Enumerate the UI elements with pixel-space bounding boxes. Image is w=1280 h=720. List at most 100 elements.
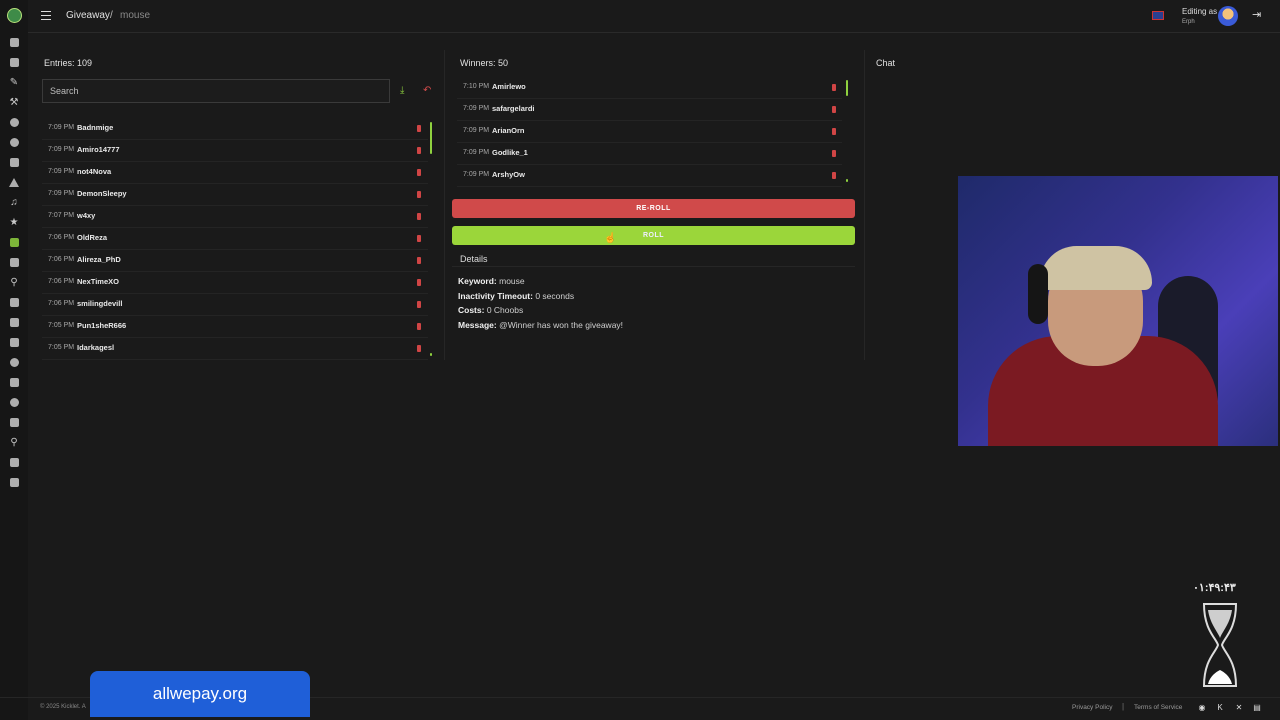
entry-name: smilingdevill bbox=[77, 299, 123, 308]
delete-winner-icon[interactable] bbox=[832, 172, 836, 179]
privacy-policy-link[interactable]: Privacy Policy bbox=[1072, 704, 1112, 711]
app-logo[interactable] bbox=[7, 8, 22, 23]
menu-icon[interactable] bbox=[41, 11, 51, 20]
entry-name: OldReza bbox=[77, 233, 108, 242]
breadcrumb-giveaway[interactable]: Giveaway bbox=[66, 10, 110, 21]
docs-footer-icon[interactable]: ▤ bbox=[1252, 703, 1262, 712]
discord-icon[interactable] bbox=[9, 458, 19, 468]
dashboard-icon[interactable] bbox=[9, 38, 19, 48]
delete-entry-icon[interactable] bbox=[417, 169, 421, 176]
clock-icon[interactable] bbox=[9, 138, 19, 148]
message-icon[interactable] bbox=[9, 398, 19, 408]
winners-scrollbar-end bbox=[846, 179, 848, 182]
entry-row: 7:09 PM not4Nova bbox=[42, 162, 428, 184]
entry-name: Idarkagesl bbox=[77, 343, 115, 352]
chat-icon[interactable] bbox=[9, 118, 19, 128]
copyright: © 2025 Kicklet. A bbox=[40, 704, 86, 710]
delete-entry-icon[interactable] bbox=[417, 125, 421, 132]
star-icon[interactable]: ★ bbox=[9, 218, 19, 228]
delete-winner-icon[interactable] bbox=[832, 150, 836, 157]
shield-icon[interactable] bbox=[9, 158, 19, 168]
column-divider bbox=[864, 50, 865, 360]
entries-scrollbar[interactable] bbox=[430, 122, 432, 154]
video-icon[interactable] bbox=[9, 318, 19, 328]
delete-entry-icon[interactable] bbox=[417, 323, 421, 330]
detail-inactivity: Inactivity Timeout: 0 seconds bbox=[458, 291, 574, 301]
delete-entry-icon[interactable] bbox=[417, 147, 421, 154]
terms-link[interactable]: Terms of Service bbox=[1134, 704, 1182, 711]
avatar[interactable] bbox=[1218, 6, 1238, 26]
download-icon[interactable]: ⤓ bbox=[400, 86, 408, 96]
delete-winner-icon[interactable] bbox=[832, 128, 836, 135]
entry-name: Alireza_PhD bbox=[77, 255, 121, 264]
column-divider bbox=[444, 50, 445, 360]
breadcrumb-separator: / bbox=[110, 10, 113, 21]
chat-title: Chat bbox=[876, 58, 896, 68]
winners-scrollbar[interactable] bbox=[846, 80, 848, 96]
smile-icon[interactable] bbox=[9, 358, 19, 368]
winner-time: 7:09 PM bbox=[463, 127, 490, 134]
gift-icon[interactable] bbox=[9, 238, 19, 248]
cart-icon[interactable] bbox=[9, 258, 19, 268]
entries-scrollbar-end bbox=[430, 353, 432, 356]
entry-time: 7:09 PM bbox=[48, 124, 75, 131]
entry-row: 7:09 PM Amiro14777 bbox=[42, 140, 428, 162]
search-input[interactable] bbox=[42, 79, 390, 103]
entry-time: 7:06 PM bbox=[48, 300, 75, 307]
hammer-icon[interactable]: ⚒ bbox=[9, 98, 19, 108]
winner-row: 7:10 PM Amirlewo bbox=[457, 77, 842, 99]
entry-time: 7:09 PM bbox=[48, 190, 75, 197]
music-icon[interactable]: ♫ bbox=[9, 198, 19, 208]
details-title: Details bbox=[460, 254, 488, 264]
entry-name: Pun1sheR666 bbox=[77, 321, 127, 330]
delete-entry-icon[interactable] bbox=[417, 279, 421, 286]
detail-costs-value: 0 Choobs bbox=[486, 305, 524, 315]
delete-entry-icon[interactable] bbox=[417, 235, 421, 242]
delete-entry-icon[interactable] bbox=[417, 213, 421, 220]
uk-flag-icon[interactable] bbox=[1152, 11, 1164, 20]
discord-footer-icon[interactable]: ◉ bbox=[1197, 703, 1207, 712]
link-icon[interactable]: ⚲ bbox=[9, 278, 19, 288]
pen-icon[interactable]: ✎ bbox=[9, 78, 19, 88]
document-icon[interactable] bbox=[9, 58, 19, 68]
winner-row: 7:09 PM ArshyOw bbox=[457, 165, 842, 187]
winner-row: 7:09 PM safargelardi bbox=[457, 99, 842, 121]
calendar-icon[interactable] bbox=[9, 338, 19, 348]
delete-entry-icon[interactable] bbox=[417, 301, 421, 308]
entry-name: not4Nova bbox=[77, 167, 112, 176]
entry-row: 7:05 PM Pun1sheR666 bbox=[42, 316, 428, 338]
reroll-button[interactable]: RE-ROLL bbox=[452, 199, 855, 218]
entry-time: 7:09 PM bbox=[48, 146, 75, 153]
entry-name: Badnmige bbox=[77, 123, 114, 132]
footer-separator: | bbox=[1122, 702, 1125, 711]
delete-winner-icon[interactable] bbox=[832, 84, 836, 91]
top-bar: Giveaway / mouse Editing as Erph ⇥ bbox=[28, 0, 1280, 33]
delete-entry-icon[interactable] bbox=[417, 191, 421, 198]
entry-time: 7:06 PM bbox=[48, 234, 75, 241]
winner-name: Amirlewo bbox=[492, 82, 526, 91]
entry-time: 7:05 PM bbox=[48, 344, 75, 351]
detail-keyword-value: mouse bbox=[499, 276, 525, 286]
entry-name: Amiro14777 bbox=[77, 145, 120, 154]
delete-winner-icon[interactable] bbox=[832, 106, 836, 113]
entry-name: w4xy bbox=[77, 211, 96, 220]
card-icon[interactable] bbox=[9, 478, 19, 488]
undo-icon[interactable]: ↶ bbox=[423, 86, 433, 96]
alert-icon[interactable] bbox=[9, 178, 19, 188]
stats-icon[interactable] bbox=[9, 298, 19, 308]
entry-row: 7:06 PM OldReza bbox=[42, 228, 428, 250]
logout-icon[interactable]: ⇥ bbox=[1252, 10, 1262, 21]
countdown-timer: ۰۱:۴۹:۴۳ bbox=[1193, 582, 1236, 594]
kick-footer-icon[interactable]: K bbox=[1215, 703, 1225, 712]
delete-entry-icon[interactable] bbox=[417, 257, 421, 264]
entry-row: 7:09 PM Badnmige bbox=[42, 118, 428, 140]
breadcrumb-current: mouse bbox=[120, 10, 151, 21]
search-icon[interactable]: ⚲ bbox=[9, 438, 19, 448]
roll-button[interactable]: ROLL bbox=[452, 226, 855, 245]
monitor-icon[interactable] bbox=[9, 418, 19, 428]
x-footer-icon[interactable]: ✕ bbox=[1234, 703, 1244, 712]
entry-row: 7:05 PM Idarkagesl bbox=[42, 338, 428, 360]
delete-entry-icon[interactable] bbox=[417, 345, 421, 352]
film-icon[interactable] bbox=[9, 378, 19, 388]
details-divider bbox=[452, 266, 855, 267]
